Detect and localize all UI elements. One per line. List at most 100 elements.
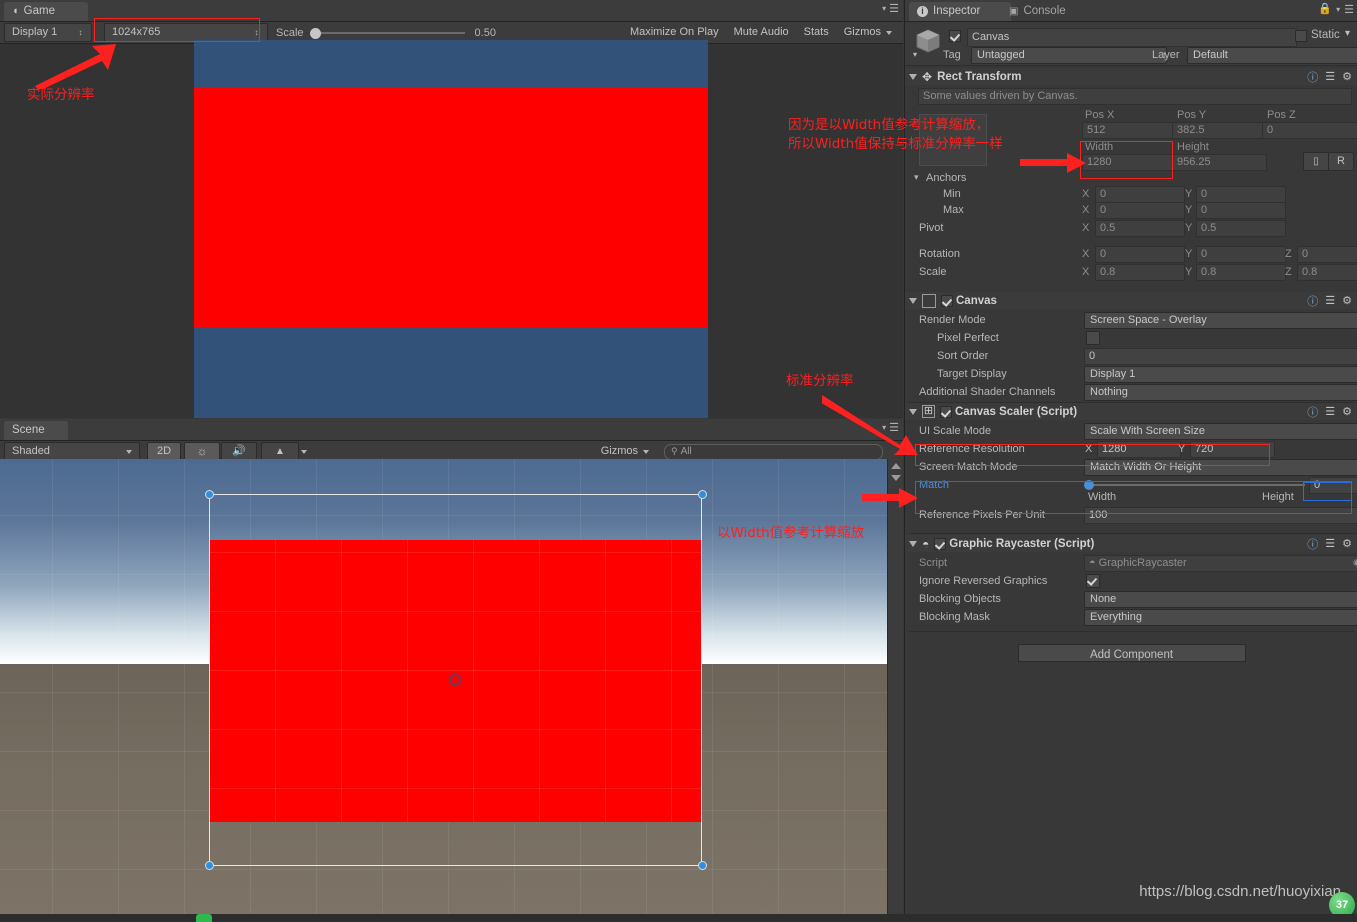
rect-handle-top-left[interactable] [205,490,214,499]
blocking-objects-dropdown[interactable]: None [1084,591,1357,608]
additional-shader-channels-dropdown[interactable]: Nothing [1084,384,1357,401]
lock-icon[interactable]: 🔒 [1318,4,1332,15]
width-input[interactable]: 1280 [1082,154,1177,171]
screen-match-mode-dropdown[interactable]: Match Width Or Height [1084,459,1357,476]
prefab-dropdown-icon[interactable]: ▾ [913,50,917,59]
tag-dropdown[interactable]: Untagged [971,47,1167,64]
tab-inspector-label: Inspector [933,5,981,17]
reference-resolution-x-input[interactable]: 1280 [1097,441,1181,458]
canvas-scaler-enabled-checkbox[interactable] [940,405,952,418]
inspector-header-buttons[interactable]: 🔒 ▾ ☰ [1318,4,1354,16]
gear-icon[interactable]: ⚙ [1342,294,1352,307]
gear-icon[interactable]: ⚙ [1342,70,1352,83]
preset-icon[interactable]: ☰ [1325,70,1335,83]
object-picker-icon[interactable]: ◉ [1353,557,1357,568]
rotation-y-input[interactable]: 0 [1196,246,1286,263]
scale-y-input[interactable]: 0.8 [1196,264,1286,281]
pos-x-input[interactable]: 512 [1082,122,1177,139]
pivot-x-input[interactable]: 0.5 [1095,220,1185,237]
scene-search-input[interactable]: ⚲ All [664,443,883,460]
rotation-z-input[interactable]: 0 [1297,246,1357,263]
scale-slider[interactable] [309,26,465,40]
scale-z-input[interactable]: 0.8 [1297,264,1357,281]
help-icon[interactable]: ⓘ [1307,69,1318,85]
scale-slider-track [317,31,465,34]
tab-scene[interactable]: Scene [4,421,68,440]
reference-pixels-per-unit-input[interactable]: 100 [1084,507,1357,524]
rect-handle-bottom-right[interactable] [698,861,707,870]
add-component-button[interactable]: Add Component [1017,644,1246,662]
scale-x-input[interactable]: 0.8 [1095,264,1185,281]
anchor-max-y-input[interactable]: 0 [1196,202,1286,219]
match-slider-thumb[interactable] [1084,480,1094,490]
hamburger-menu-icon[interactable]: ☰ [1344,4,1354,15]
axis-x-label: X [1082,222,1090,234]
scene-vertical-scrollbar[interactable] [887,459,903,922]
pos-z-input[interactable]: 0 [1262,122,1357,139]
scroll-down-icon[interactable] [890,475,901,481]
gameobject-name-input[interactable]: Canvas [967,28,1297,47]
scroll-up-icon[interactable] [890,463,901,469]
rotation-x-input[interactable]: 0 [1095,246,1185,263]
canvas-scaler-header[interactable]: ⊞ Canvas Scaler (Script) ⓘ ☰ ⚙ [905,403,1357,420]
reference-resolution-y-input[interactable]: 720 [1190,441,1275,458]
anchors-foldout-icon[interactable]: ▾ [914,172,919,183]
gear-icon[interactable]: ⚙ [1342,537,1352,550]
match-value-input[interactable]: 0 [1309,477,1357,494]
blocking-mask-dropdown[interactable]: Everything [1084,609,1357,626]
stats-button[interactable]: Stats [796,23,837,42]
tab-game[interactable]: ◖ Game [4,2,88,21]
height-input[interactable]: 956.25 [1172,154,1267,171]
display-dropdown[interactable]: Display 1 ↕ [4,23,92,42]
layer-dropdown[interactable]: Default [1187,47,1357,64]
display-dropdown-label: Display 1 [12,26,58,38]
canvas-enabled-checkbox[interactable] [941,294,953,307]
pos-y-input[interactable]: 382.5 [1172,122,1267,139]
preset-icon[interactable]: ☰ [1325,405,1335,418]
target-display-dropdown[interactable]: Display 1 [1084,366,1357,383]
ui-scale-mode-dropdown[interactable]: Scale With Screen Size [1084,423,1357,440]
anchor-min-y-input[interactable]: 0 [1196,186,1286,203]
static-dropdown-icon[interactable]: ▾ [1345,28,1350,39]
scale-slider-thumb[interactable] [309,27,321,39]
anchor-min-x-input[interactable]: 0 [1095,186,1185,203]
sort-order-input[interactable]: 0 [1084,348,1357,365]
mute-audio-button[interactable]: Mute Audio [726,23,797,42]
graphic-raycaster-header[interactable]: ◓ Graphic Raycaster (Script) ⓘ ☰ ⚙ [905,535,1357,552]
graphic-raycaster-enabled-checkbox[interactable] [934,537,947,550]
tab-console[interactable]: ▣ Console [1001,2,1093,21]
foldout-icon[interactable] [909,297,917,304]
static-checkbox[interactable] [1295,30,1307,42]
help-icon[interactable]: ⓘ [1307,293,1318,309]
ignore-reversed-graphics-checkbox[interactable] [1086,574,1100,588]
render-mode-dropdown[interactable]: Screen Space - Overlay [1084,312,1357,329]
tab-scene-label: Scene [12,424,45,436]
preset-icon[interactable]: ☰ [1325,537,1335,550]
help-icon[interactable]: ⓘ [1307,404,1318,420]
pos-z-label: Pos Z [1267,109,1296,121]
anchor-max-x-input[interactable]: 0 [1095,202,1185,219]
game-panel-menu[interactable]: ▾ ☰ [882,3,899,14]
pixel-perfect-checkbox[interactable] [1086,331,1100,345]
rect-pivot-handle[interactable] [449,674,461,686]
help-icon[interactable]: ⓘ [1307,536,1318,552]
raw-edit-mode-button[interactable]: R [1328,152,1354,171]
rect-handle-top-right[interactable] [698,490,707,499]
foldout-icon[interactable] [909,73,917,80]
pivot-y-input[interactable]: 0.5 [1196,220,1286,237]
scene-panel-menu[interactable]: ▾ ☰ [882,422,899,433]
gameobject-enabled-checkbox[interactable] [949,30,961,42]
preset-icon[interactable]: ☰ [1325,294,1335,307]
blueprint-mode-button[interactable]: ▯ [1303,152,1329,171]
gizmos-button[interactable]: Gizmos [836,23,900,42]
gear-icon[interactable]: ⚙ [1342,405,1352,418]
foldout-icon[interactable] [909,408,917,415]
canvas-header[interactable]: Canvas ⓘ ☰ ⚙ [905,292,1357,309]
taskbar-item[interactable] [196,914,212,922]
script-object-field[interactable]: ◓ GraphicRaycaster [1084,555,1357,572]
foldout-icon[interactable] [909,540,917,547]
match-slider[interactable] [1084,479,1305,491]
tab-inspector[interactable]: i Inspector [909,2,1011,21]
rect-transform-header[interactable]: ✥ Rect Transform ⓘ ☰ ⚙ [905,68,1357,85]
rect-handle-bottom-left[interactable] [205,861,214,870]
